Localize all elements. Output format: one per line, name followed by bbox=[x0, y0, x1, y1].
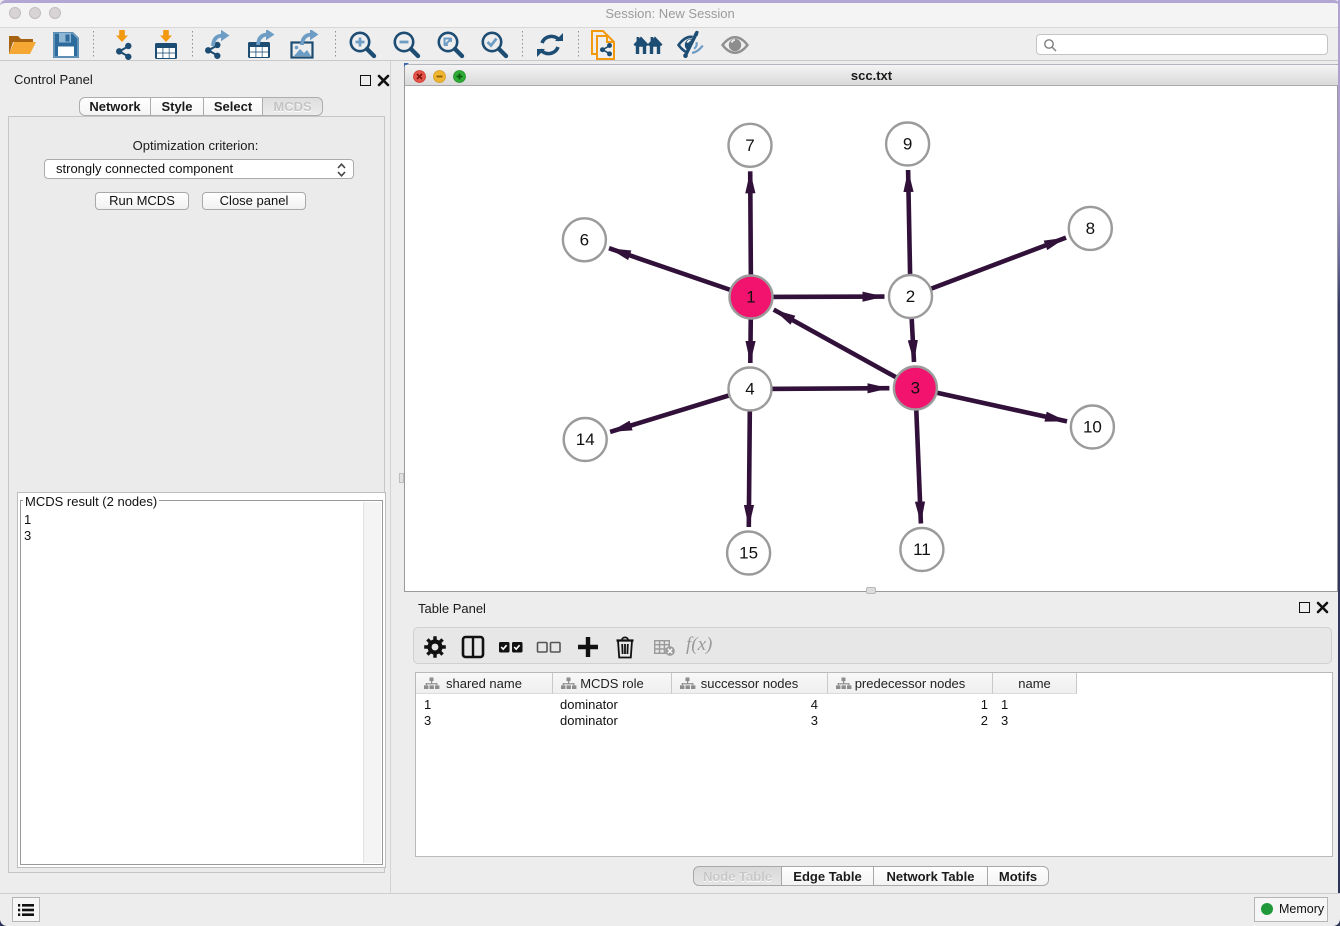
svg-text:8: 8 bbox=[1086, 219, 1095, 238]
svg-text:15: 15 bbox=[739, 544, 758, 563]
svg-text:4: 4 bbox=[745, 380, 754, 399]
svg-text:2: 2 bbox=[906, 287, 915, 306]
svg-text:14: 14 bbox=[576, 430, 595, 449]
svg-text:7: 7 bbox=[745, 136, 754, 155]
svg-text:11: 11 bbox=[913, 540, 931, 559]
svg-text:3: 3 bbox=[911, 379, 920, 398]
svg-text:1: 1 bbox=[746, 288, 755, 307]
svg-text:10: 10 bbox=[1083, 418, 1102, 437]
svg-text:6: 6 bbox=[580, 230, 589, 249]
svg-text:9: 9 bbox=[903, 135, 912, 154]
